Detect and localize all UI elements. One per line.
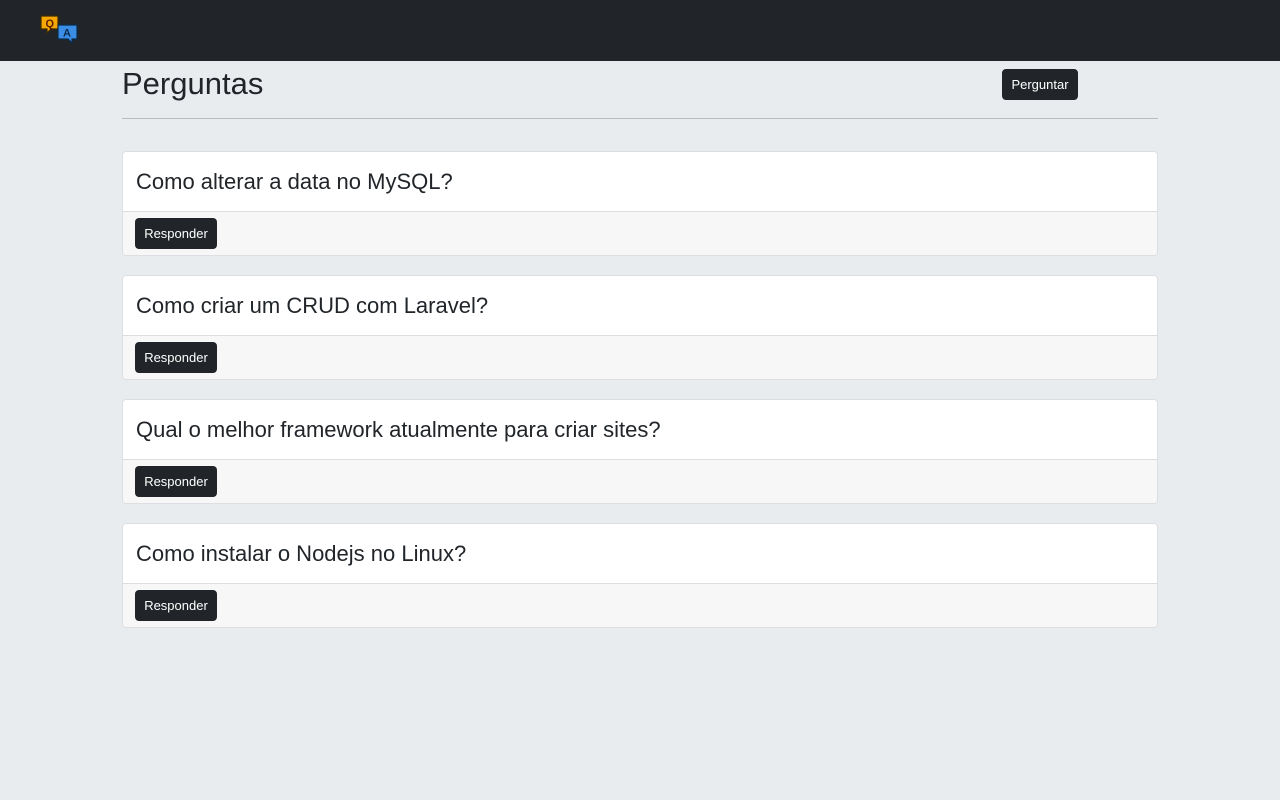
- question-card-body: Como alterar a data no MySQL?: [123, 152, 1157, 211]
- question-title: Como instalar o Nodejs no Linux?: [136, 540, 467, 566]
- svg-text:Q: Q: [46, 18, 55, 30]
- q-and-a-logo-icon[interactable]: Q A: [40, 14, 82, 46]
- answer-button[interactable]: Responder: [135, 342, 217, 373]
- question-card-footer: Responder: [123, 211, 1157, 255]
- questions-list: Como alterar a data no MySQL? Responder …: [122, 151, 1158, 647]
- question-card-body: Como criar um CRUD com Laravel?: [123, 276, 1157, 335]
- navbar: Q A: [0, 0, 1280, 61]
- ask-question-button[interactable]: Perguntar: [1002, 69, 1078, 100]
- answer-button[interactable]: Responder: [135, 218, 217, 249]
- question-card-body: Qual o melhor framework atualmente para …: [123, 400, 1157, 459]
- question-card-body: Como instalar o Nodejs no Linux?: [123, 524, 1157, 583]
- question-card: Qual o melhor framework atualmente para …: [122, 399, 1158, 504]
- question-card: Como instalar o Nodejs no Linux? Respond…: [122, 523, 1158, 628]
- question-title: Como alterar a data no MySQL?: [136, 168, 453, 194]
- question-card-footer: Responder: [123, 335, 1157, 379]
- question-card: Como criar um CRUD com Laravel? Responde…: [122, 275, 1158, 380]
- question-title: Como criar um CRUD com Laravel?: [136, 292, 489, 318]
- svg-text:A: A: [63, 28, 71, 40]
- question-title: Qual o melhor framework atualmente para …: [136, 416, 661, 442]
- answer-button[interactable]: Responder: [135, 590, 217, 621]
- header-divider: [122, 118, 1158, 119]
- question-card: Como alterar a data no MySQL? Responder: [122, 151, 1158, 256]
- question-card-footer: Responder: [123, 459, 1157, 503]
- page-title: Perguntas: [122, 66, 264, 101]
- question-card-footer: Responder: [123, 583, 1157, 627]
- answer-button[interactable]: Responder: [135, 466, 217, 497]
